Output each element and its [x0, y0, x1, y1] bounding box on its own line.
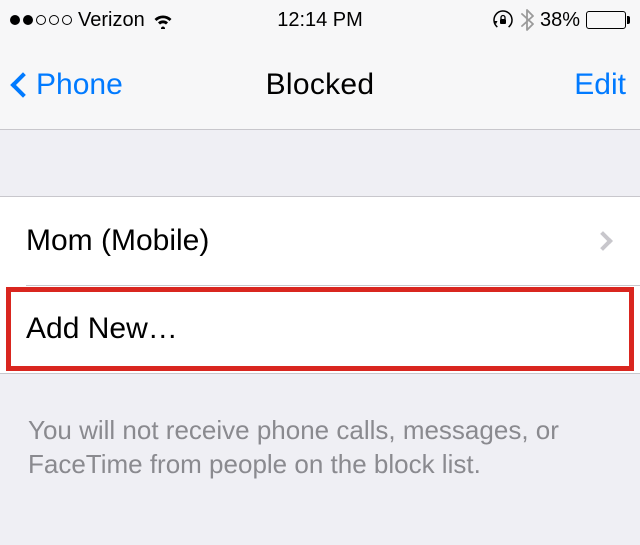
footer-description: You will not receive phone calls, messag…: [0, 374, 640, 482]
spacer: [0, 130, 640, 196]
signal-strength-icon: [10, 15, 72, 25]
status-left: Verizon: [10, 9, 175, 32]
add-new-button[interactable]: Add New…: [0, 285, 640, 373]
blocked-contact-row[interactable]: Mom (Mobile): [0, 197, 640, 285]
status-bar: Verizon 12:14 PM 38%: [0, 0, 640, 40]
chevron-right-icon: [593, 231, 613, 251]
contact-label: Mom (Mobile): [26, 224, 209, 258]
add-new-label: Add New…: [26, 312, 178, 346]
status-time: 12:14 PM: [277, 9, 363, 32]
orientation-lock-icon: [492, 9, 514, 31]
nav-bar: Phone Blocked Edit: [0, 40, 640, 130]
back-label: Phone: [36, 68, 123, 102]
back-button[interactable]: Phone: [14, 68, 123, 102]
page-title: Blocked: [266, 68, 375, 102]
chevron-left-icon: [10, 72, 35, 97]
carrier-label: Verizon: [78, 9, 145, 32]
blocked-list: Mom (Mobile) Add New…: [0, 196, 640, 374]
battery-icon: [586, 11, 630, 29]
bluetooth-icon: [520, 9, 534, 31]
battery-percentage: 38%: [540, 9, 580, 32]
edit-button[interactable]: Edit: [574, 68, 626, 102]
status-right: 38%: [492, 9, 630, 32]
wifi-icon: [151, 11, 175, 29]
